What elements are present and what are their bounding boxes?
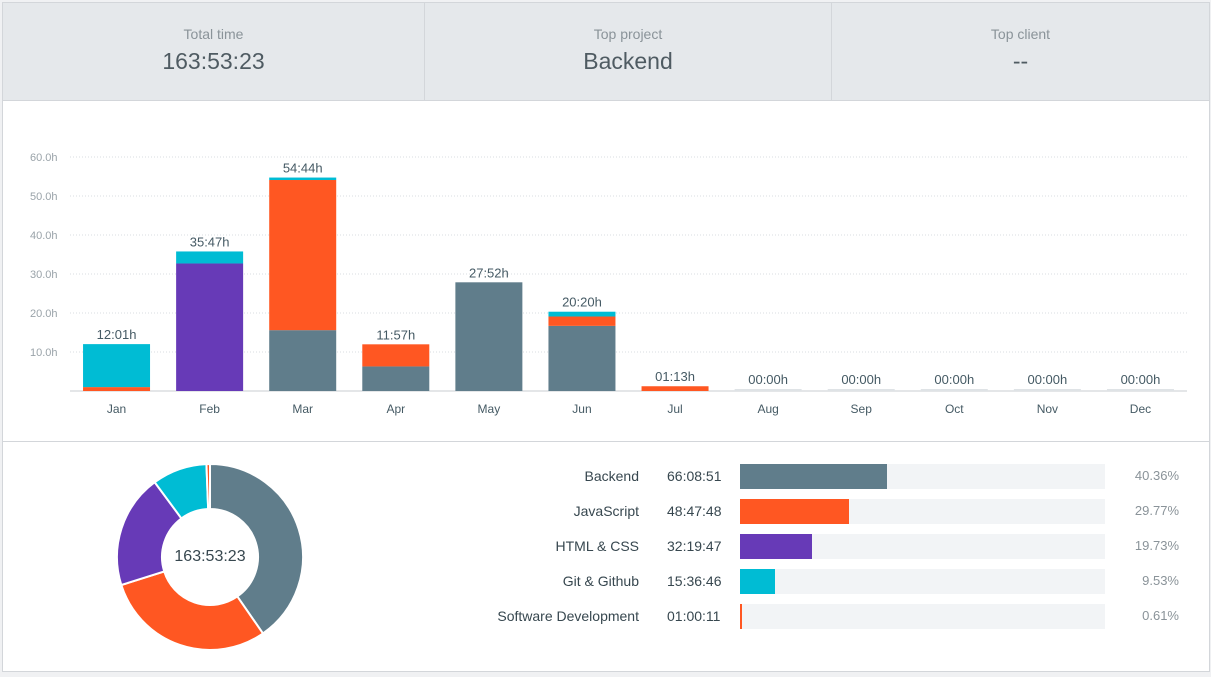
project-percent: 9.53%	[1142, 573, 1179, 588]
top-project-value: Backend	[583, 48, 673, 74]
project-time: 48:47:48	[667, 503, 722, 519]
bar-total-label: 00:00h	[1121, 372, 1161, 387]
bar-total-label: 11:57h	[376, 327, 415, 342]
project-progress-track	[740, 569, 1105, 594]
bar-total-label: 01:13h	[655, 369, 695, 384]
bar-total-label: 35:47h	[190, 234, 230, 249]
project-name: Backend	[584, 468, 639, 484]
bar-total-label: 27:52h	[469, 265, 509, 280]
bar-segment[interactable]	[641, 386, 709, 391]
top-project-stat: Top project Backend	[425, 3, 832, 100]
bar-segment[interactable]	[176, 251, 244, 264]
project-progress-track	[740, 464, 1105, 489]
top-client-value: --	[1012, 48, 1029, 74]
project-progress-fill	[740, 569, 775, 594]
bar-empty	[734, 389, 802, 391]
project-row[interactable]: Git & Github 15:36:46 9.53%	[3, 569, 1209, 595]
total-time-label: Total time	[183, 26, 244, 42]
project-time: 01:00:11	[667, 608, 721, 624]
project-time: 15:36:46	[667, 573, 722, 589]
bar-segment[interactable]	[269, 330, 337, 391]
bar-segment[interactable]	[269, 180, 337, 331]
bar-total-label: 12:01h	[97, 327, 137, 342]
project-progress-fill	[740, 534, 812, 559]
x-tick-label: Apr	[386, 402, 405, 416]
bar-empty	[1013, 389, 1081, 391]
top-client-stat: Top client --	[832, 3, 1209, 100]
bar-total-label: 00:00h	[1027, 372, 1067, 387]
bar-segment[interactable]	[83, 344, 151, 388]
x-tick-label: Nov	[1037, 402, 1058, 416]
x-tick-label: Feb	[199, 402, 220, 416]
project-name: Git & Github	[562, 573, 639, 589]
project-progress-track	[740, 604, 1105, 629]
project-name: Software Development	[497, 608, 639, 624]
bar-total-label: 00:00h	[934, 372, 974, 387]
project-row[interactable]: Software Development 01:00:11 0.61%	[3, 604, 1209, 630]
x-tick-label: Aug	[757, 402, 778, 416]
x-tick-label: Jun	[572, 402, 591, 416]
project-row[interactable]: HTML & CSS 32:19:47 19.73%	[3, 534, 1209, 560]
bar-segment[interactable]	[83, 387, 151, 391]
y-tick-label: 50.0h	[30, 191, 58, 203]
total-time-stat: Total time 163:53:23	[3, 3, 425, 100]
top-client-label: Top client	[990, 26, 1051, 42]
x-tick-label: Jan	[107, 402, 126, 416]
project-progress-fill	[740, 464, 888, 489]
x-tick-label: Sep	[851, 402, 873, 416]
bar-segment[interactable]	[362, 366, 430, 391]
bar-empty	[920, 389, 988, 391]
project-name: HTML & CSS	[555, 538, 640, 554]
bar-total-label: 00:00h	[841, 372, 881, 387]
total-time-value: 163:53:23	[162, 48, 265, 74]
x-tick-label: Jul	[667, 402, 682, 416]
summary-bar: Total time 163:53:23 Top project Backend…	[3, 3, 1209, 101]
project-progress-track	[740, 534, 1105, 559]
bar-total-label: 00:00h	[748, 372, 788, 387]
project-progress-track	[740, 499, 1105, 524]
project-name: JavaScript	[573, 503, 639, 519]
bar-segment[interactable]	[548, 316, 616, 326]
monthly-bar-chart: 60.0h 50.0h 40.0h 30.0h 20.0h 10.0h 12:01h Jan 3…	[3, 101, 1209, 441]
top-project-label: Top project	[593, 26, 663, 42]
bar-total-label: 20:20h	[562, 295, 602, 310]
bar-segment[interactable]	[548, 311, 616, 317]
x-tick-label: Dec	[1130, 402, 1151, 416]
bar-chart-svg: 60.0h 50.0h 40.0h 30.0h 20.0h 10.0h 12:01h Jan 3…	[30, 152, 1187, 416]
y-tick-label: 40.0h	[30, 230, 58, 242]
project-percent: 0.61%	[1142, 608, 1179, 623]
y-tick-label: 60.0h	[30, 152, 58, 164]
y-tick-label: 10.0h	[30, 347, 58, 359]
bar-empty	[1106, 389, 1174, 391]
y-tick-label: 30.0h	[30, 269, 58, 281]
project-time: 32:19:47	[667, 538, 722, 554]
project-progress-fill	[740, 499, 849, 524]
bar-segment[interactable]	[176, 263, 244, 391]
project-row[interactable]: Backend 66:08:51 40.36%	[3, 464, 1209, 490]
y-tick-label: 20.0h	[30, 308, 58, 320]
project-time: 66:08:51	[667, 468, 722, 484]
project-breakdown: 163:53:23 Backend 66:08:51 40.36% JavaSc…	[3, 442, 1209, 671]
bar-segment[interactable]	[455, 282, 523, 391]
bar-empty	[827, 389, 895, 391]
x-tick-label: May	[478, 402, 501, 416]
x-tick-label: Mar	[292, 402, 313, 416]
project-percent: 40.36%	[1134, 468, 1179, 483]
project-row[interactable]: JavaScript 48:47:48 29.77%	[3, 499, 1209, 525]
project-percent: 29.77%	[1134, 503, 1179, 518]
project-progress-fill	[740, 604, 743, 629]
project-percent: 19.73%	[1134, 538, 1179, 553]
x-tick-label: Oct	[945, 402, 964, 416]
bar-segment[interactable]	[362, 344, 430, 367]
bar-segment[interactable]	[548, 325, 616, 391]
report-panel: Total time 163:53:23 Top project Backend…	[2, 2, 1210, 672]
bar-segment[interactable]	[269, 177, 337, 181]
bar-total-label: 54:44h	[283, 161, 323, 176]
